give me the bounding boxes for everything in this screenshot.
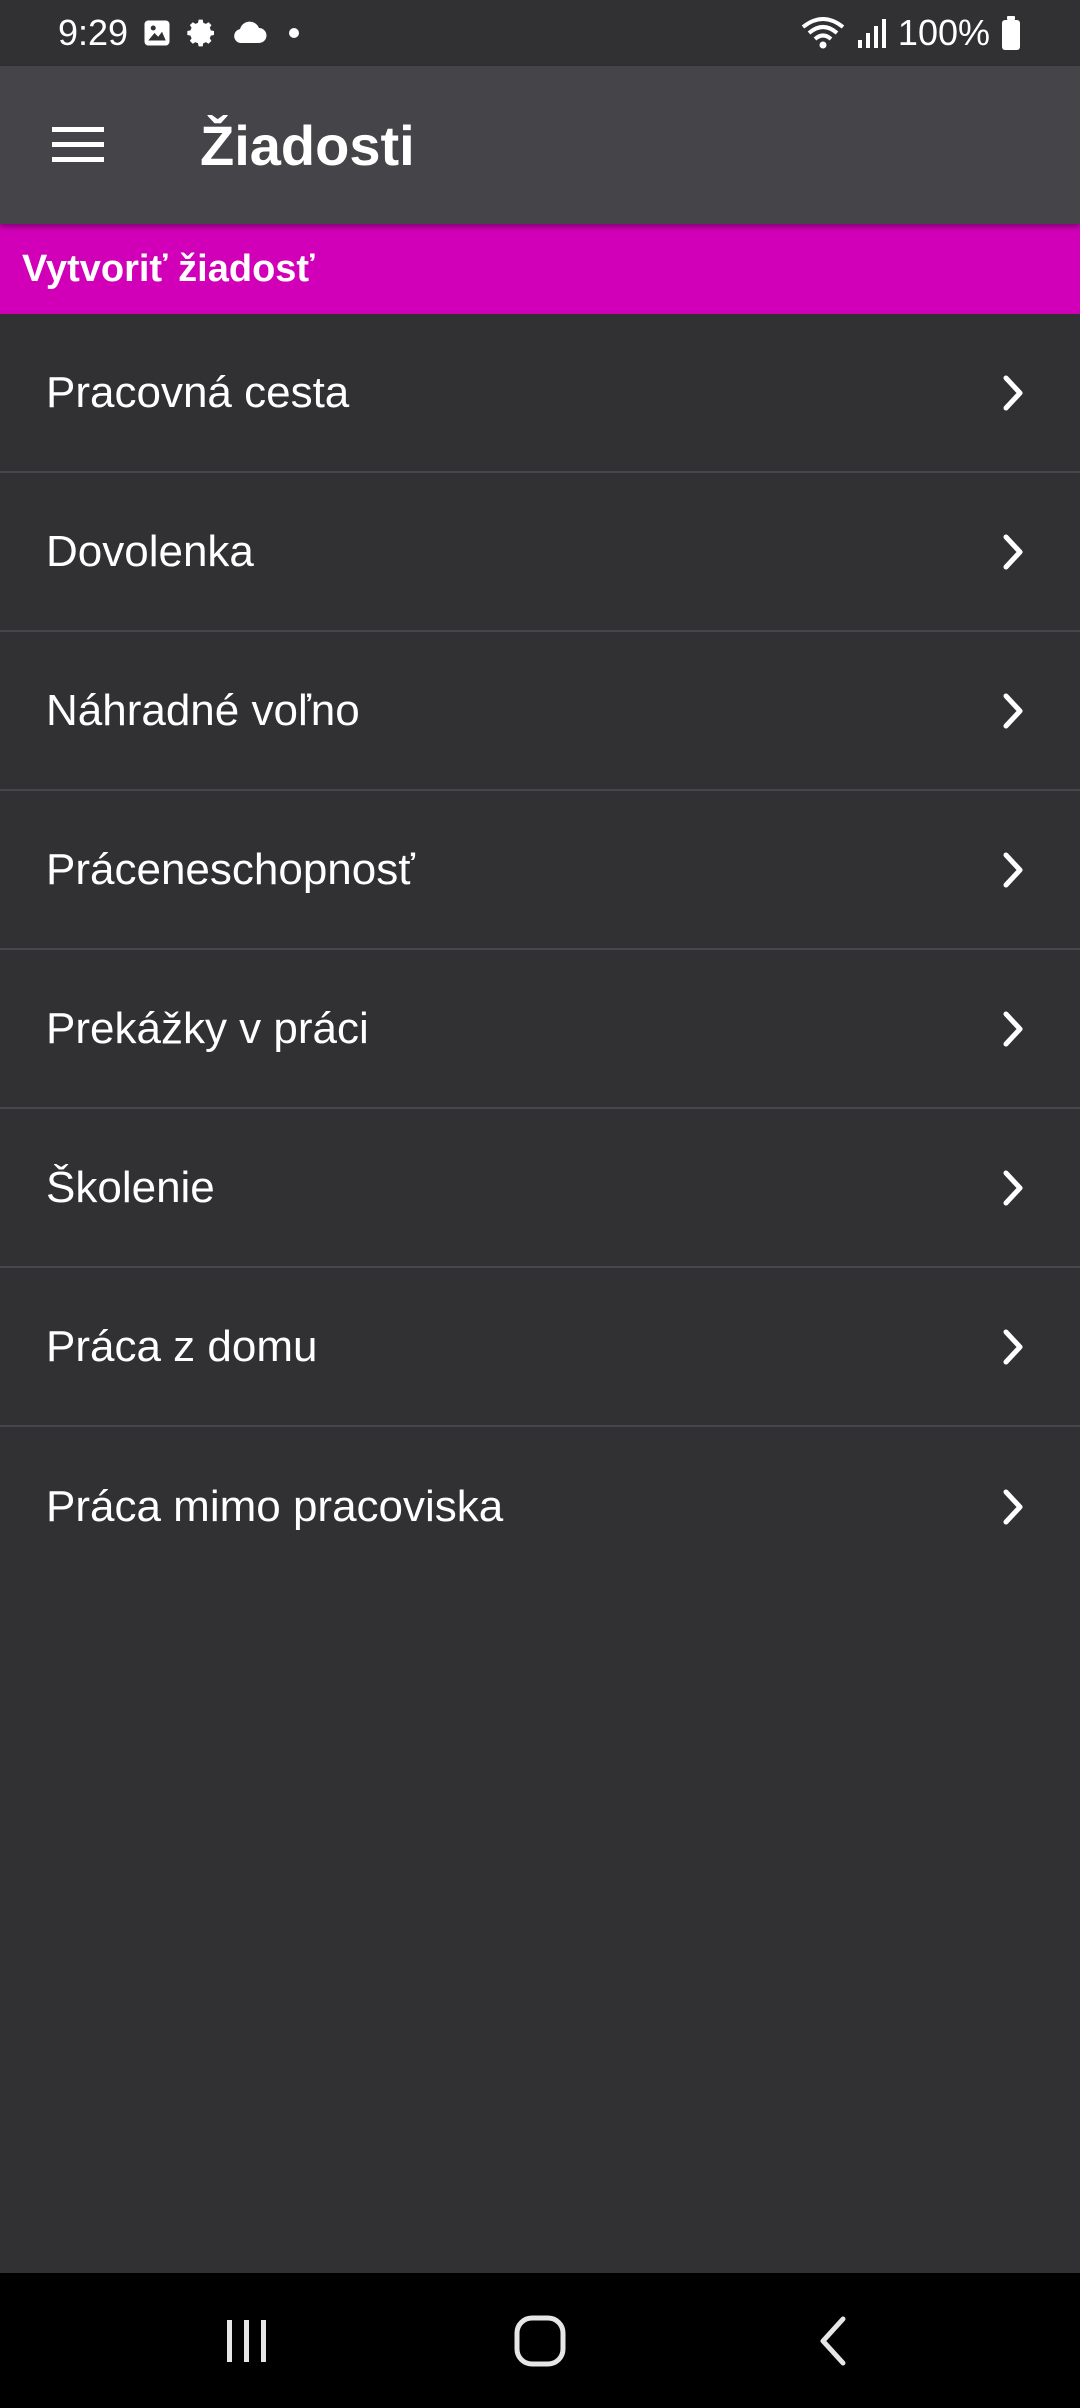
back-icon bbox=[820, 2316, 846, 2365]
battery-percent: 100% bbox=[897, 12, 990, 53]
chevron-right-icon bbox=[1000, 850, 1028, 890]
gallery-icon bbox=[142, 18, 172, 48]
list-item-skolenie[interactable]: Školenie bbox=[0, 1109, 1080, 1268]
list-item-label: Práca mimo pracoviska bbox=[46, 1481, 504, 1531]
signal-icon bbox=[856, 16, 888, 50]
list-item-nahradne-volno[interactable]: Náhradné voľno bbox=[0, 632, 1080, 791]
list-item-label: Školenie bbox=[46, 1162, 215, 1212]
home-icon bbox=[514, 2315, 566, 2366]
chevron-right-icon bbox=[1000, 1168, 1028, 1208]
status-bar: 9:29 100% bbox=[0, 0, 1080, 66]
chevron-right-icon bbox=[1000, 373, 1028, 413]
status-time: 9:29 bbox=[58, 12, 129, 53]
system-nav-bar bbox=[0, 2273, 1080, 2408]
request-type-list: Pracovná cesta Dovolenka Náhradné voľno … bbox=[0, 314, 1080, 1586]
chevron-right-icon bbox=[1000, 532, 1028, 572]
list-item-label: Práca z domu bbox=[46, 1321, 318, 1371]
wifi-icon bbox=[800, 15, 846, 51]
status-left: 9:29 bbox=[58, 12, 306, 54]
back-button[interactable] bbox=[773, 2291, 893, 2391]
page-title: Žiadosti bbox=[200, 113, 415, 177]
list-item-label: Náhradné voľno bbox=[46, 685, 360, 735]
battery-icon bbox=[1000, 15, 1022, 51]
list-item-praca-mimo-pracoviska[interactable]: Práca mimo pracoviska bbox=[0, 1427, 1080, 1586]
list-item-label: Prekážky v práci bbox=[46, 1003, 369, 1053]
dot-icon bbox=[282, 21, 306, 45]
list-item-praceneschopnost[interactable]: Práceneschopnosť bbox=[0, 791, 1080, 950]
list-item-label: Práceneschopnosť bbox=[46, 844, 415, 894]
cloud-icon bbox=[232, 20, 268, 46]
hamburger-menu-icon bbox=[52, 127, 104, 162]
menu-button[interactable] bbox=[38, 105, 118, 185]
chevron-right-icon bbox=[1000, 691, 1028, 731]
chevron-right-icon bbox=[1000, 1487, 1028, 1527]
list-item-pracovna-cesta[interactable]: Pracovná cesta bbox=[0, 314, 1080, 473]
settings-icon bbox=[186, 17, 218, 49]
chevron-right-icon bbox=[1000, 1009, 1028, 1049]
recent-apps-icon bbox=[226, 2319, 266, 2362]
list-item-label: Dovolenka bbox=[46, 526, 254, 576]
list-item-prekazky-v-praci[interactable]: Prekážky v práci bbox=[0, 950, 1080, 1109]
status-right: 100% bbox=[800, 12, 1022, 54]
app-bar: Žiadosti bbox=[0, 66, 1080, 224]
section-header: Vytvoriť žiadosť bbox=[0, 224, 1080, 314]
chevron-right-icon bbox=[1000, 1327, 1028, 1367]
recent-apps-button[interactable] bbox=[187, 2291, 307, 2391]
home-button[interactable] bbox=[480, 2291, 600, 2391]
list-item-praca-z-domu[interactable]: Práca z domu bbox=[0, 1268, 1080, 1427]
list-item-dovolenka[interactable]: Dovolenka bbox=[0, 473, 1080, 632]
list-item-label: Pracovná cesta bbox=[46, 367, 350, 417]
